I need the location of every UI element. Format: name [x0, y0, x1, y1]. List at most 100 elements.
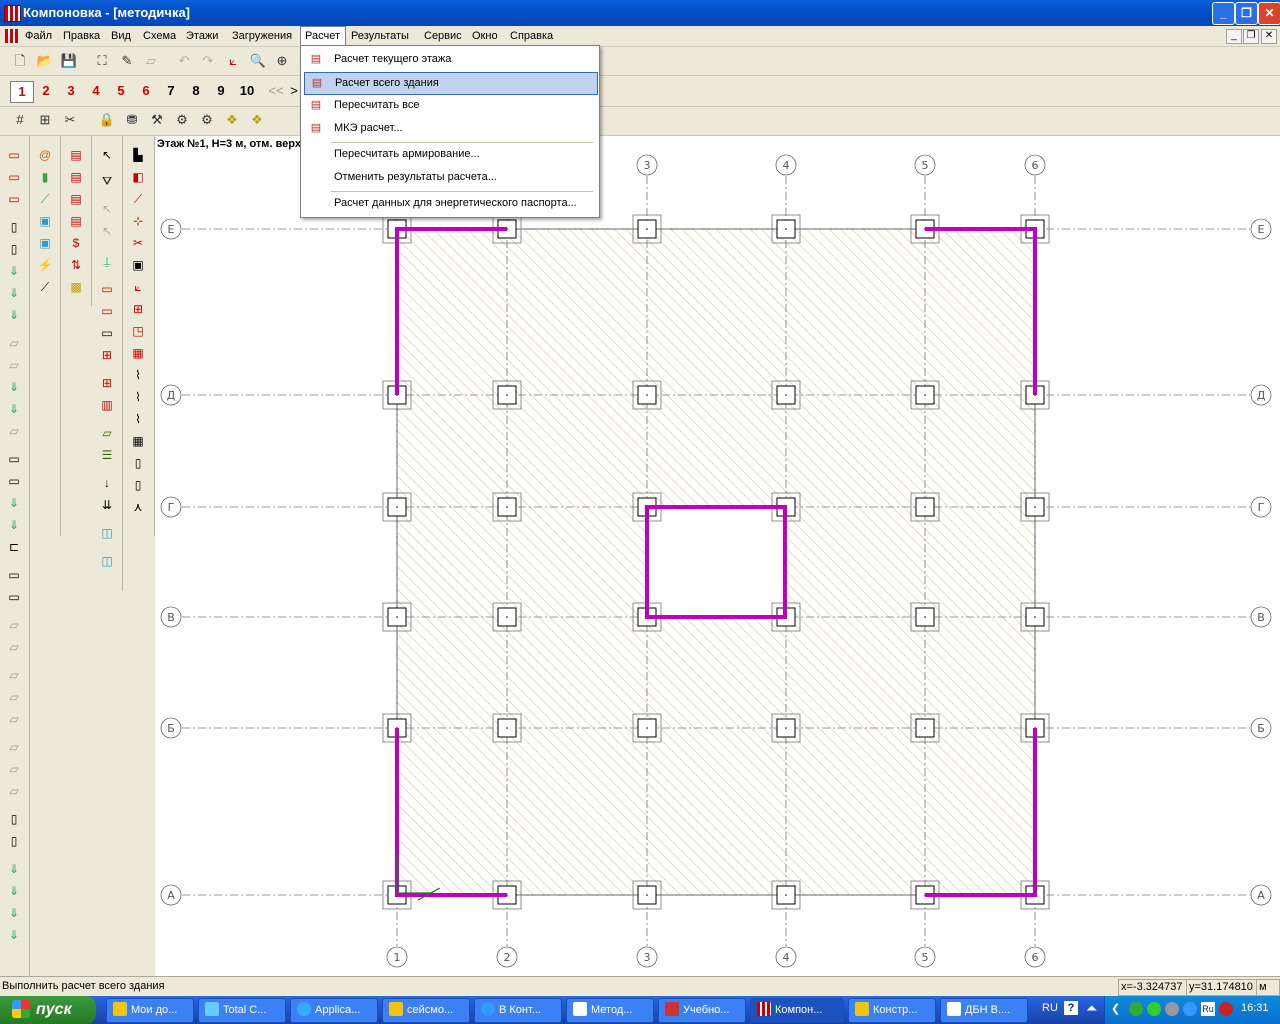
- wall-icon[interactable]: ▱: [5, 638, 23, 656]
- plus-icon[interactable]: ⊞: [129, 300, 147, 318]
- wall-icon[interactable]: ▱: [5, 616, 23, 634]
- layers-icon[interactable]: ☰: [98, 446, 116, 464]
- plate-icon[interactable]: ▣: [36, 212, 54, 230]
- grid-icon[interactable]: ▦: [129, 344, 147, 362]
- load-icon[interactable]: ⇓: [5, 926, 23, 944]
- calc-building-icon[interactable]: ▤: [67, 168, 85, 186]
- tool-d-icon[interactable]: ❖: [222, 110, 242, 130]
- help-icon[interactable]: ?: [1064, 1001, 1078, 1015]
- frame-icon[interactable]: ⛶: [92, 51, 112, 71]
- down-arrow-icon[interactable]: ↓: [98, 474, 116, 492]
- slab-icon[interactable]: ▭: [5, 566, 23, 584]
- tool-b-icon[interactable]: ⚙: [172, 110, 192, 130]
- menu-item-cancel-results[interactable]: Отменить результаты расчета...: [304, 167, 596, 188]
- column-n-icon[interactable]: ▯: [5, 240, 23, 258]
- slab-opening[interactable]: [646, 506, 786, 618]
- floor-next-button[interactable]: >: [288, 81, 300, 101]
- floor-button-10[interactable]: 10: [235, 81, 259, 101]
- u-icon[interactable]: ▯: [129, 454, 147, 472]
- floor-button-1[interactable]: 1: [10, 81, 34, 103]
- close-button[interactable]: ✕: [1258, 2, 1280, 25]
- floor-button-7[interactable]: 7: [160, 81, 182, 101]
- slope-icon[interactable]: ⟋: [36, 190, 54, 208]
- task-button[interactable]: Applica...: [290, 998, 378, 1023]
- lock-icon[interactable]: 🔒: [97, 110, 117, 130]
- cube-icon[interactable]: ◧: [129, 168, 147, 186]
- beam-icon[interactable]: ▭: [5, 190, 23, 208]
- app-icon[interactable]: [4, 5, 21, 22]
- tool-icon[interactable]: ▩: [67, 278, 85, 296]
- task-button[interactable]: Метод...: [566, 998, 654, 1023]
- floor-prev-button[interactable]: <<: [265, 81, 287, 101]
- menu-help[interactable]: Справка: [506, 27, 557, 45]
- grid-cells-icon[interactable]: ⊞: [98, 374, 116, 392]
- antivirus-icon[interactable]: [1219, 1002, 1233, 1016]
- menu-item-recalc-all[interactable]: ▤ Пересчитать все: [304, 95, 596, 116]
- pointer-icon[interactable]: ↖: [98, 200, 116, 218]
- floor-button-2[interactable]: 2: [35, 81, 57, 101]
- grid-icon[interactable]: #: [10, 110, 30, 130]
- menu-service[interactable]: Сервис: [420, 27, 466, 45]
- load-icon[interactable]: ⇓: [5, 860, 23, 878]
- calc-floor-icon[interactable]: ▤: [67, 146, 85, 164]
- floor-button-5[interactable]: 5: [110, 81, 132, 101]
- rect-icon[interactable]: ▭: [98, 280, 116, 298]
- wall-icon[interactable]: ▱: [5, 710, 23, 728]
- stair-icon[interactable]: ⊏: [5, 538, 23, 556]
- pair-icon[interactable]: ◫: [98, 524, 116, 542]
- language-indicator[interactable]: RU: [1042, 1002, 1058, 1014]
- tray-expand-icon[interactable]: ⏶: [1086, 1000, 1097, 1017]
- floor-plan[interactable]: 112233445566ЕЕДДГГВВББАА: [155, 136, 1280, 976]
- doc-icon[interactable]: [5, 29, 19, 43]
- menu-item-fem-calc[interactable]: ▤ МКЭ расчет...: [304, 118, 596, 139]
- down-arrows-icon[interactable]: ⇊: [98, 496, 116, 514]
- maximize-button[interactable]: ❐: [1235, 2, 1258, 25]
- draw-icon[interactable]: ✎: [117, 51, 137, 71]
- chart-icon[interactable]: ▙: [129, 146, 147, 164]
- wall-icon[interactable]: ▱: [5, 334, 23, 352]
- filter-icon[interactable]: ⛛: [98, 172, 116, 190]
- task-button[interactable]: сейсмо...: [382, 998, 470, 1023]
- load-icon[interactable]: ⇓: [5, 306, 23, 324]
- stairs-icon[interactable]: ⌇: [129, 410, 147, 428]
- column-n-icon[interactable]: ▯: [5, 832, 23, 850]
- start-button[interactable]: пуск: [0, 996, 96, 1024]
- minimize-button[interactable]: _: [1212, 2, 1235, 25]
- open-folder-icon[interactable]: 📂: [35, 51, 55, 71]
- tool-e-icon[interactable]: ❖: [247, 110, 267, 130]
- task-button-active[interactable]: Компон...: [750, 998, 844, 1023]
- undo-icon[interactable]: ↶: [174, 51, 194, 71]
- load-icon[interactable]: ⇓: [5, 882, 23, 900]
- menu-results[interactable]: Результаты: [347, 27, 413, 45]
- fem-icon[interactable]: ▤: [67, 212, 85, 230]
- line-icon[interactable]: ⟋: [36, 278, 54, 296]
- cut-icon[interactable]: ✂: [60, 110, 80, 130]
- new-file-icon[interactable]: 🗋: [10, 51, 30, 71]
- u-icon[interactable]: ▯: [129, 476, 147, 494]
- security-icon[interactable]: [1129, 1002, 1143, 1016]
- zoom-icon[interactable]: 🔍: [248, 51, 268, 71]
- task-button[interactable]: Total C...: [198, 998, 286, 1023]
- floor-button-8[interactable]: 8: [185, 81, 207, 101]
- task-button[interactable]: В Конт...: [474, 998, 562, 1023]
- money-icon[interactable]: $: [67, 234, 85, 252]
- recalc-icon[interactable]: ▤: [67, 190, 85, 208]
- menu-item-recalc-reinforcement[interactable]: Пересчитать армирование...: [304, 144, 596, 165]
- wall-icon[interactable]: ▱: [5, 666, 23, 684]
- wall-icon[interactable]: ▱: [5, 688, 23, 706]
- floor-button-4[interactable]: 4: [85, 81, 107, 101]
- at-icon[interactable]: @: [36, 146, 54, 164]
- wall-icon[interactable]: ▱: [5, 760, 23, 778]
- floor-button-3[interactable]: 3: [60, 81, 82, 101]
- grid-cells-icon[interactable]: ⊞: [98, 346, 116, 364]
- pair-icon[interactable]: ◫: [98, 552, 116, 570]
- load-icon[interactable]: ⇓: [5, 262, 23, 280]
- update-icon[interactable]: [1147, 1002, 1161, 1016]
- slab-icon[interactable]: ▭: [5, 472, 23, 490]
- tool-a-icon[interactable]: ⚒: [147, 110, 167, 130]
- figure-icon[interactable]: ⋏: [129, 498, 147, 516]
- beam-icon[interactable]: ▭: [5, 146, 23, 164]
- column-icon[interactable]: ▯: [5, 810, 23, 828]
- wall-icon[interactable]: ▱: [5, 738, 23, 756]
- anchor-icon[interactable]: ⍊: [98, 252, 116, 270]
